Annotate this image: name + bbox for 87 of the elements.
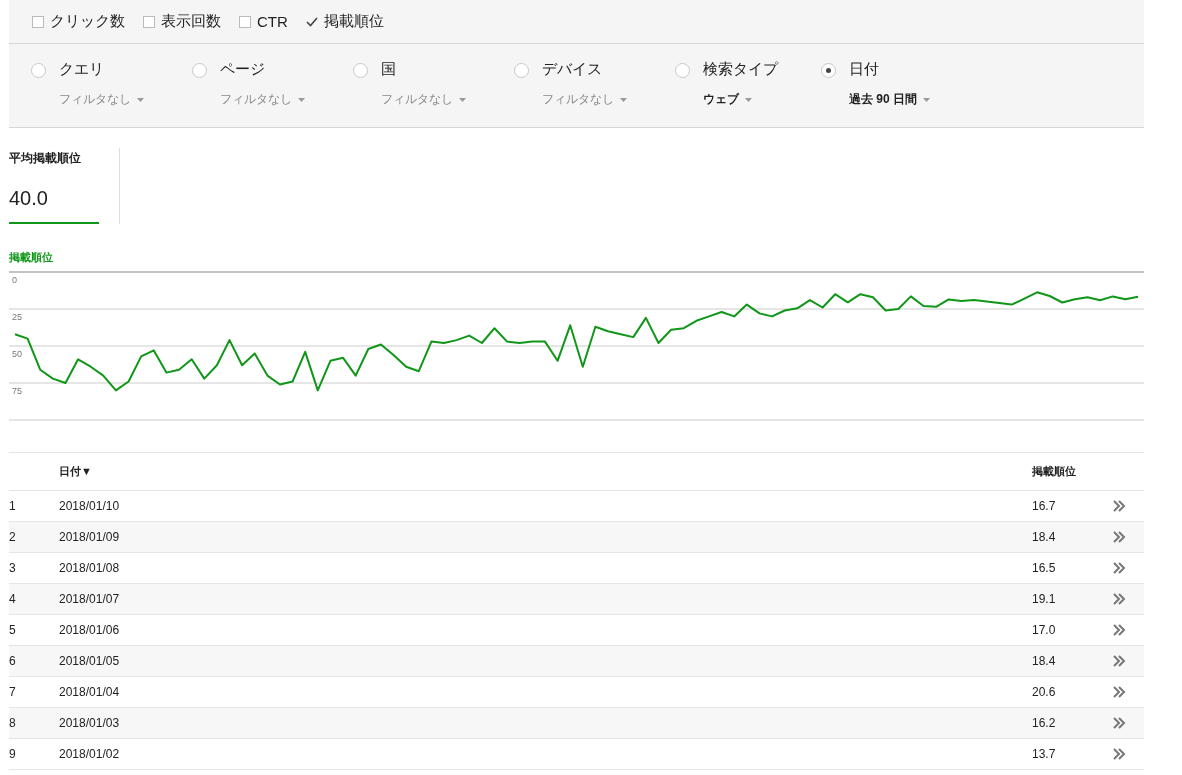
table-cell: 17.0: [1032, 623, 1056, 637]
dimension-label: 検索タイプ: [703, 60, 780, 79]
dimension-label: クエリ: [59, 60, 105, 79]
dimension-label: ページ: [220, 60, 266, 79]
dimension-label: 国: [381, 60, 397, 79]
details-button[interactable]: [1112, 624, 1126, 636]
row-number: 9: [9, 747, 16, 761]
table-cell: 16.2: [1032, 716, 1056, 730]
column-header[interactable]: 日付▼: [59, 464, 92, 479]
table-cell: 13.7: [1032, 747, 1056, 761]
row-number: 2: [9, 530, 16, 544]
table-cell: 2018/01/10: [59, 499, 120, 513]
table-cell: 20.6: [1032, 685, 1056, 699]
check-icon[interactable]: [305, 16, 318, 27]
table-cell: 2018/01/09: [59, 530, 120, 544]
double-chevron-icon: [1112, 531, 1126, 543]
details-button[interactable]: [1112, 686, 1126, 698]
metric-label: 掲載順位: [323, 12, 384, 31]
details-button[interactable]: [1112, 593, 1126, 605]
series-label: 掲載順位: [9, 250, 53, 265]
double-chevron-icon: [1112, 686, 1126, 698]
row-number: 5: [9, 623, 16, 637]
double-chevron-icon: [1112, 593, 1126, 605]
table-cell: 2018/01/08: [59, 561, 120, 575]
checkbox[interactable]: [32, 15, 44, 28]
table-cell: 18.4: [1032, 530, 1056, 544]
metric-title: 平均掲載順位: [9, 150, 82, 167]
details-button[interactable]: [1112, 531, 1126, 543]
filter-dropdown[interactable]: フィルタなし: [542, 91, 627, 108]
double-chevron-icon: [1112, 624, 1126, 636]
details-button[interactable]: [1112, 655, 1126, 667]
filter-dropdown[interactable]: 過去 90 日間: [849, 91, 930, 108]
axis-tick-label: 25: [12, 312, 22, 322]
table-cell: 2018/01/02: [59, 747, 120, 761]
double-chevron-icon: [1112, 562, 1126, 574]
caret-icon: [620, 97, 627, 102]
details-button[interactable]: [1112, 562, 1126, 574]
row-number: 7: [9, 685, 16, 699]
metric-label: クリック数: [50, 12, 125, 31]
radio-button[interactable]: [514, 63, 529, 78]
axis-tick-label: 0: [12, 275, 17, 285]
double-chevron-icon: [1112, 500, 1126, 512]
table-cell: 18.4: [1032, 654, 1056, 668]
row-number: 4: [9, 592, 16, 606]
filter-dropdown[interactable]: フィルタなし: [381, 91, 466, 108]
radio-button[interactable]: [675, 63, 690, 78]
filter-dropdown[interactable]: フィルタなし: [220, 91, 305, 108]
double-chevron-icon: [1112, 748, 1126, 760]
filter-dropdown[interactable]: ウェブ: [703, 91, 752, 108]
table-cell: 19.1: [1032, 592, 1056, 606]
caret-icon: [137, 97, 144, 102]
dimension-label: デバイス: [542, 60, 603, 79]
details-button[interactable]: [1112, 748, 1126, 760]
double-chevron-icon: [1112, 655, 1126, 667]
double-chevron-icon: [1112, 717, 1126, 729]
radio-button[interactable]: [31, 63, 46, 78]
checkbox[interactable]: [239, 15, 251, 28]
axis-tick-label: 50: [12, 349, 22, 359]
row-number: 1: [9, 499, 16, 513]
table-cell: 16.7: [1032, 499, 1056, 513]
column-header[interactable]: 掲載順位: [1032, 464, 1076, 479]
caret-icon: [298, 97, 305, 102]
dimension-label: 日付: [849, 60, 880, 79]
caret-icon: [459, 97, 466, 102]
row-number: 3: [9, 561, 16, 575]
caret-icon: [923, 97, 930, 102]
caret-icon: [745, 97, 752, 102]
checkbox[interactable]: [143, 15, 155, 28]
metric-label: CTR: [257, 13, 288, 30]
metric-label: 表示回数: [161, 12, 221, 31]
table-cell: 16.5: [1032, 561, 1056, 575]
radio-button[interactable]: [192, 63, 207, 78]
row-number: 6: [9, 654, 16, 668]
radio-button[interactable]: [353, 63, 368, 78]
row-number: 8: [9, 716, 16, 730]
table-cell: 2018/01/03: [59, 716, 120, 730]
axis-tick-label: 75: [12, 386, 22, 396]
table-cell: 2018/01/05: [59, 654, 120, 668]
radio-button[interactable]: [821, 63, 836, 78]
metric-value: 40.0: [9, 187, 49, 210]
details-button[interactable]: [1112, 717, 1126, 729]
table-cell: 2018/01/06: [59, 623, 120, 637]
filter-dropdown[interactable]: フィルタなし: [59, 91, 144, 108]
details-button[interactable]: [1112, 500, 1126, 512]
metric-card[interactable]: 平均掲載順位 40.0: [9, 148, 99, 224]
table-cell: 2018/01/07: [59, 592, 120, 606]
table-cell: 2018/01/04: [59, 685, 120, 699]
